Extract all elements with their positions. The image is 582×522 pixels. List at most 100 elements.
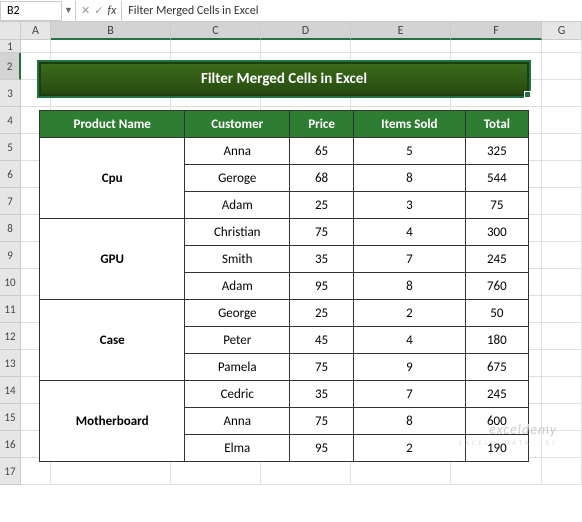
cell-customer[interactable]: Geroge [185,165,290,192]
watermark-sub: EXCEL · DATA · BI [459,438,557,447]
column-headers: ABCDEFG [0,22,582,40]
row-header-10[interactable]: 10 [0,269,21,296]
cell-items[interactable]: 2 [354,300,466,327]
table-row[interactable]: CaseGeorge25250 [40,300,529,327]
table-header[interactable]: Items Sold [354,111,466,138]
cell-price[interactable]: 95 [290,435,354,462]
row-header-14[interactable]: 14 [0,377,21,404]
data-table: Product NameCustomerPriceItems SoldTotal… [39,110,529,462]
cell-price[interactable]: 35 [290,381,354,408]
product-cell[interactable]: Cpu [40,138,185,219]
table-header[interactable]: Product Name [40,111,185,138]
row-header-17[interactable]: 17 [0,458,21,485]
cell-price[interactable]: 95 [290,273,354,300]
cell-price[interactable]: 75 [290,354,354,381]
cell-price[interactable]: 75 [290,408,354,435]
row-header-3[interactable]: 3 [0,80,21,107]
col-header-E[interactable]: E [351,22,451,40]
row-header-9[interactable]: 9 [0,242,21,269]
cell-price[interactable]: 25 [290,192,354,219]
cell-items[interactable]: 8 [354,273,466,300]
row-header-6[interactable]: 6 [0,161,21,188]
table-row[interactable]: MotherboardCedric357245 [40,381,529,408]
row-header-8[interactable]: 8 [0,215,21,242]
formula-input[interactable]: Filter Merged Cells in Excel [122,2,582,20]
row-header-12[interactable]: 12 [0,323,21,350]
cell-total[interactable]: 245 [465,381,528,408]
row-header-5[interactable]: 5 [0,134,21,161]
cell-items[interactable]: 4 [354,219,466,246]
cell-price[interactable]: 75 [290,219,354,246]
name-box-dropdown-icon[interactable]: ▼ [62,1,76,21]
fx-icon[interactable]: fx [107,4,116,18]
row-header-15[interactable]: 15 [0,404,21,431]
cell-customer[interactable]: Peter [185,327,290,354]
cell-items[interactable]: 9 [354,354,466,381]
table-header[interactable]: Total [465,111,528,138]
col-header-G[interactable]: G [542,22,582,40]
cell-total[interactable]: 245 [465,246,528,273]
product-cell[interactable]: GPU [40,219,185,300]
cell-items[interactable]: 2 [354,435,466,462]
cell-total[interactable]: 760 [465,273,528,300]
cell-total[interactable]: 75 [465,192,528,219]
cell-customer[interactable]: Anna [185,138,290,165]
col-header-D[interactable]: D [261,22,351,40]
row-header-7[interactable]: 7 [0,188,21,215]
col-header-B[interactable]: B [51,22,171,40]
col-header-F[interactable]: F [451,22,542,40]
cell-items[interactable]: 8 [354,165,466,192]
cell-customer[interactable]: Pamela [185,354,290,381]
col-header-C[interactable]: C [171,22,261,40]
title-banner[interactable]: Filter Merged Cells in Excel [39,62,529,96]
cell-customer[interactable]: Adam [185,192,290,219]
cell-total[interactable]: 675 [465,354,528,381]
product-cell[interactable]: Case [40,300,185,381]
row-header-11[interactable]: 11 [0,296,21,323]
cell-price[interactable]: 35 [290,246,354,273]
watermark-main: exceldemy [489,421,557,438]
cancel-icon[interactable]: ✕ [81,4,90,17]
cell-total[interactable]: 544 [465,165,528,192]
select-all-corner[interactable] [0,22,21,39]
cell-items[interactable]: 5 [354,138,466,165]
cell-customer[interactable]: Elma [185,435,290,462]
cell-price[interactable]: 65 [290,138,354,165]
cell-items[interactable]: 7 [354,246,466,273]
table-header[interactable]: Price [290,111,354,138]
table-header[interactable]: Customer [185,111,290,138]
table-row[interactable]: GPUChristian754300 [40,219,529,246]
cell-items[interactable]: 7 [354,381,466,408]
row-header-13[interactable]: 13 [0,350,21,377]
cell-items[interactable]: 4 [354,327,466,354]
row-header-4[interactable]: 4 [0,107,21,134]
cell-total[interactable]: 300 [465,219,528,246]
selection-handle[interactable] [524,91,531,98]
cell-price[interactable]: 45 [290,327,354,354]
cell-customer[interactable]: Adam [185,273,290,300]
cell-customer[interactable]: Smith [185,246,290,273]
cell-total[interactable]: 50 [465,300,528,327]
row-header-16[interactable]: 16 [0,431,21,458]
row-header-2[interactable]: 2 [0,53,21,80]
cell-price[interactable]: 68 [290,165,354,192]
table-row[interactable]: CpuAnna655325 [40,138,529,165]
cell-items[interactable]: 3 [354,192,466,219]
row-header-1[interactable]: 1 [0,40,21,53]
cell-customer[interactable]: Cedric [185,381,290,408]
cell-price[interactable]: 25 [290,300,354,327]
cell-total[interactable]: 325 [465,138,528,165]
cell-items[interactable]: 8 [354,408,466,435]
formula-bar: B2 ▼ ✕ ✓ fx Filter Merged Cells in Excel [0,0,582,22]
name-box[interactable]: B2 [0,1,62,21]
cell-customer[interactable]: Christian [185,219,290,246]
cell-total[interactable]: 180 [465,327,528,354]
cell-customer[interactable]: George [185,300,290,327]
watermark: exceldemy EXCEL · DATA · BI [459,421,557,447]
enter-icon[interactable]: ✓ [94,4,103,17]
cell-customer[interactable]: Anna [185,408,290,435]
title-text: Filter Merged Cells in Excel [201,70,367,88]
product-cell[interactable]: Motherboard [40,381,185,462]
col-header-A[interactable]: A [21,22,51,40]
grid[interactable]: Filter Merged Cells in Excel Product Nam… [21,40,582,485]
